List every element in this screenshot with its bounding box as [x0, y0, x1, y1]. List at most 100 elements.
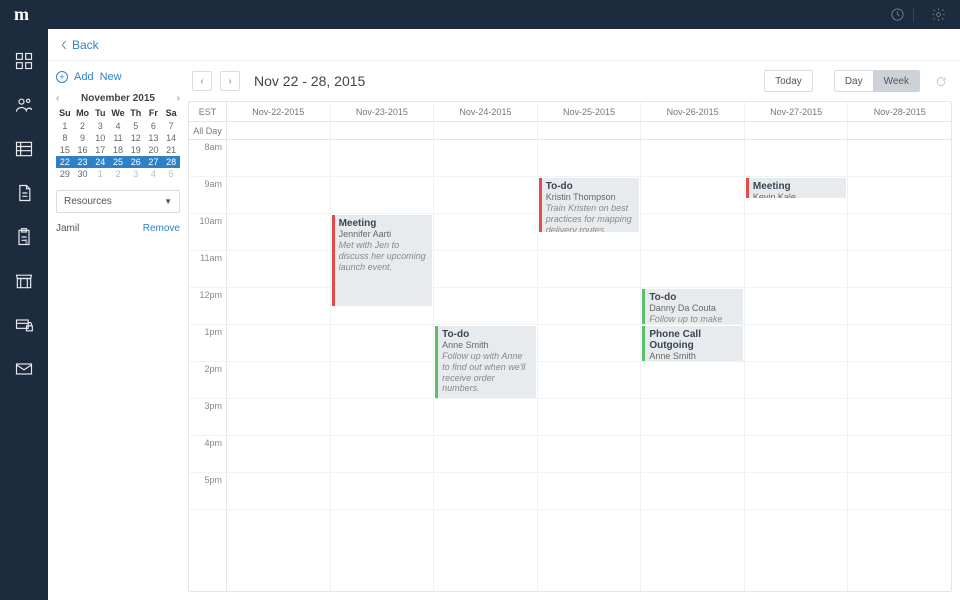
- mini-day[interactable]: 28: [162, 156, 180, 168]
- time-label: 9am: [189, 177, 226, 214]
- calendar-event[interactable]: To-doAnne SmithFollow up with Anne to fi…: [435, 326, 536, 398]
- remove-link[interactable]: Remove: [143, 223, 180, 234]
- mini-day-next[interactable]: 5: [162, 168, 180, 180]
- mini-day[interactable]: 21: [162, 144, 180, 156]
- day-view-button[interactable]: Day: [834, 70, 874, 92]
- mini-day[interactable]: 13: [145, 132, 163, 144]
- allday-cell[interactable]: [745, 122, 849, 139]
- allday-cell[interactable]: [331, 122, 435, 139]
- mini-day[interactable]: 4: [109, 120, 127, 132]
- back-link[interactable]: Back: [60, 38, 99, 52]
- week-view-button[interactable]: Week: [873, 70, 920, 92]
- mini-day[interactable]: 24: [91, 156, 109, 168]
- mini-day[interactable]: 18: [109, 144, 127, 156]
- contacts-icon[interactable]: [12, 93, 36, 117]
- mini-calendar: ‹ November 2015 › SuMoTuWeThFrSa 1234567…: [56, 91, 180, 180]
- mini-day[interactable]: 19: [127, 144, 145, 156]
- mini-day[interactable]: 14: [162, 132, 180, 144]
- mini-day[interactable]: 23: [74, 156, 92, 168]
- day-column[interactable]: [227, 140, 331, 591]
- mini-day[interactable]: 10: [91, 132, 109, 144]
- event-title: To-do: [649, 292, 739, 303]
- event-person: Kristin Thompson: [546, 192, 636, 202]
- mini-day[interactable]: 2: [74, 120, 92, 132]
- event-person: Anne Smith: [649, 351, 739, 361]
- list-icon[interactable]: [12, 137, 36, 161]
- day-header: Nov-25-2015: [538, 102, 642, 121]
- top-bar: m: [0, 0, 960, 29]
- mini-day[interactable]: 22: [56, 156, 74, 168]
- day-column[interactable]: To-doAnne SmithFollow up with Anne to fi…: [434, 140, 538, 591]
- day-column[interactable]: MeetingJennifer AartiMet with Jen to dis…: [331, 140, 435, 591]
- add-link[interactable]: Add: [74, 71, 94, 83]
- mini-day[interactable]: 29: [56, 168, 74, 180]
- day-column[interactable]: To-doDanny Da CoutaFollow up to make sur…: [641, 140, 745, 591]
- mini-day[interactable]: 8: [56, 132, 74, 144]
- mini-day[interactable]: 30: [74, 168, 92, 180]
- day-column[interactable]: MeetingKevin Kale: [745, 140, 849, 591]
- day-header: Nov-24-2015: [434, 102, 538, 121]
- resources-dropdown[interactable]: Resources ▼: [56, 190, 180, 213]
- mini-day[interactable]: 26: [127, 156, 145, 168]
- mini-day[interactable]: 20: [145, 144, 163, 156]
- prev-week-button[interactable]: ‹: [192, 71, 212, 91]
- new-link[interactable]: New: [100, 71, 122, 83]
- refresh-icon[interactable]: [934, 74, 948, 88]
- mini-day-next[interactable]: 3: [127, 168, 145, 180]
- prev-month-button[interactable]: ‹: [56, 93, 59, 104]
- calendar-event[interactable]: To-doDanny Da CoutaFollow up to make sur…: [642, 289, 743, 324]
- card-lock-icon[interactable]: [12, 313, 36, 337]
- side-nav: $: [0, 29, 48, 600]
- day-column[interactable]: To-doKristin ThompsonTrain Kristen on be…: [538, 140, 642, 591]
- calendar-event[interactable]: To-doKristin ThompsonTrain Kristen on be…: [539, 178, 640, 232]
- allday-cell[interactable]: [848, 122, 951, 139]
- mini-day[interactable]: 6: [145, 120, 163, 132]
- mini-day-next[interactable]: 1: [91, 168, 109, 180]
- document-icon[interactable]: [12, 181, 36, 205]
- mini-dow: Mo: [74, 106, 92, 120]
- mini-day[interactable]: 17: [91, 144, 109, 156]
- event-title: To-do: [442, 329, 532, 340]
- calendar-toolbar: ‹ › Nov 22 - 28, 2015 Today Day Week: [188, 61, 952, 101]
- mini-day[interactable]: 27: [145, 156, 163, 168]
- mini-day[interactable]: 1: [56, 120, 74, 132]
- allday-cell[interactable]: [538, 122, 642, 139]
- event-note: Train Kristen on best practices for mapp…: [546, 203, 636, 232]
- next-week-button[interactable]: ›: [220, 71, 240, 91]
- mini-day[interactable]: 9: [74, 132, 92, 144]
- calendar-event[interactable]: MeetingJennifer AartiMet with Jen to dis…: [332, 215, 433, 306]
- calendar-event[interactable]: Phone Call OutgoingAnne SmithCalled Anne…: [642, 326, 743, 361]
- mini-day-next[interactable]: 2: [109, 168, 127, 180]
- resource-name: Jamil: [56, 223, 79, 234]
- day-header: Nov-26-2015: [641, 102, 745, 121]
- mini-day[interactable]: 5: [127, 120, 145, 132]
- mini-day[interactable]: 7: [162, 120, 180, 132]
- mini-dow: Fr: [145, 106, 163, 120]
- clock-icon[interactable]: [889, 7, 905, 23]
- clipboard-icon[interactable]: $: [12, 225, 36, 249]
- today-button[interactable]: Today: [764, 70, 813, 92]
- mini-dow: Su: [56, 106, 74, 120]
- plus-icon[interactable]: +: [56, 71, 68, 83]
- mini-day[interactable]: 16: [74, 144, 92, 156]
- allday-cell[interactable]: [434, 122, 538, 139]
- event-person: Anne Smith: [442, 340, 532, 350]
- mini-day[interactable]: 12: [127, 132, 145, 144]
- allday-cell[interactable]: [227, 122, 331, 139]
- mini-day[interactable]: 25: [109, 156, 127, 168]
- calendar-event[interactable]: MeetingKevin Kale: [746, 178, 847, 198]
- event-note: Follow up with Anne to find out when we'…: [442, 351, 532, 394]
- mini-day[interactable]: 15: [56, 144, 74, 156]
- storefront-icon[interactable]: [12, 269, 36, 293]
- day-column[interactable]: [848, 140, 951, 591]
- dashboard-icon[interactable]: [12, 49, 36, 73]
- mini-day[interactable]: 11: [109, 132, 127, 144]
- allday-cell[interactable]: [641, 122, 745, 139]
- left-panel: + Add New ‹ November 2015 › SuMoTuWeThFr…: [48, 61, 188, 600]
- mini-day-next[interactable]: 4: [145, 168, 163, 180]
- mini-day[interactable]: 3: [91, 120, 109, 132]
- date-range-title: Nov 22 - 28, 2015: [254, 73, 365, 89]
- mail-icon[interactable]: [12, 357, 36, 381]
- next-month-button[interactable]: ›: [177, 93, 180, 104]
- gear-icon[interactable]: [930, 7, 946, 23]
